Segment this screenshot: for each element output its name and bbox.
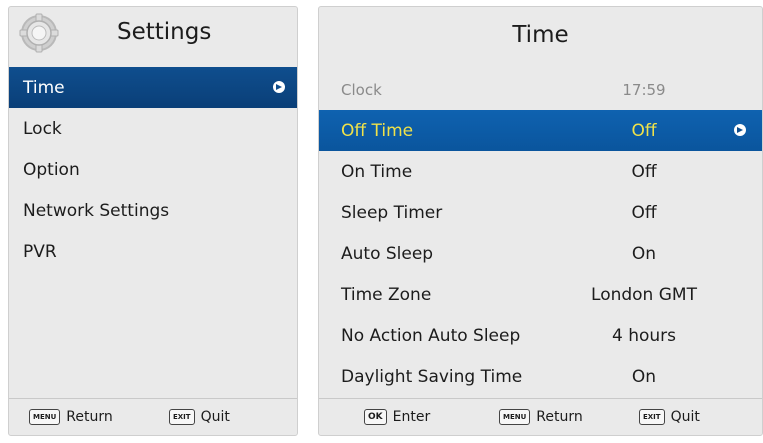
row-on-time[interactable]: On Time Off: [319, 151, 762, 192]
row-auto-sleep[interactable]: Auto Sleep On: [319, 233, 762, 274]
clock-value: 17:59: [622, 80, 666, 99]
time-footer: OK Enter MENU Return EXIT Quit: [319, 398, 762, 435]
row-value: Off: [631, 120, 657, 141]
menu-item-label: Option: [23, 159, 80, 180]
row-label: On Time: [341, 161, 413, 182]
quit-hint[interactable]: EXIT Quit: [169, 409, 230, 425]
ok-key-icon: OK: [364, 409, 387, 425]
row-value: On: [631, 243, 657, 264]
return-hint[interactable]: MENU Return: [29, 409, 113, 425]
menu-item-label: Time: [23, 77, 65, 98]
return-label: Return: [66, 409, 113, 425]
row-label: Auto Sleep: [341, 243, 434, 264]
exit-key-icon: EXIT: [639, 409, 665, 425]
clock-row: Clock 17:59: [319, 69, 762, 110]
enter-hint[interactable]: OK Enter: [364, 409, 430, 425]
menu-item-label: Network Settings: [23, 200, 170, 221]
row-value: Off: [631, 202, 657, 223]
return-label: Return: [536, 409, 583, 425]
row-sleep-timer[interactable]: Sleep Timer Off: [319, 192, 762, 233]
settings-footer: MENU Return EXIT Quit: [9, 398, 297, 435]
enter-label: Enter: [392, 409, 431, 425]
menu-item-lock[interactable]: Lock: [9, 108, 297, 149]
time-panel: Time Clock 17:59 Off Time Off On Time Of…: [318, 6, 763, 436]
menu-item-time[interactable]: Time: [9, 67, 297, 108]
page-title: Time: [512, 22, 569, 48]
quit-label: Quit: [670, 409, 700, 425]
row-label: Sleep Timer: [341, 202, 443, 223]
menu-key-icon: MENU: [29, 409, 61, 425]
menu-item-network-settings[interactable]: Network Settings: [9, 190, 297, 231]
row-value: On: [631, 366, 657, 387]
row-label: Time Zone: [341, 284, 432, 305]
menu-item-label: PVR: [23, 241, 57, 262]
row-label: Daylight Saving Time: [341, 366, 523, 387]
menu-item-label: Lock: [23, 118, 62, 139]
clock-label: Clock: [341, 80, 382, 99]
row-value: Off: [631, 161, 657, 182]
page-title: Settings: [117, 19, 212, 45]
exit-key-icon: EXIT: [169, 409, 195, 425]
row-label: No Action Auto Sleep: [341, 325, 521, 346]
arrow-right-circle-icon: [273, 81, 285, 93]
menu-item-option[interactable]: Option: [9, 149, 297, 190]
row-no-action-auto-sleep[interactable]: No Action Auto Sleep 4 hours: [319, 315, 762, 356]
gear-icon: [19, 13, 59, 53]
quit-label: Quit: [200, 409, 230, 425]
arrow-right-circle-icon: [734, 124, 746, 136]
settings-header: Settings: [9, 7, 297, 59]
row-time-zone[interactable]: Time Zone London GMT: [319, 274, 762, 315]
menu-key-icon: MENU: [499, 409, 531, 425]
menu-item-pvr[interactable]: PVR: [9, 231, 297, 272]
row-value: London GMT: [591, 284, 697, 305]
quit-hint[interactable]: EXIT Quit: [639, 409, 700, 425]
time-header: Time: [319, 7, 762, 63]
return-hint[interactable]: MENU Return: [499, 409, 583, 425]
row-value: 4 hours: [611, 325, 676, 346]
row-label: Off Time: [341, 120, 414, 141]
row-off-time[interactable]: Off Time Off: [319, 110, 762, 151]
settings-menu: Time Lock Option Network Settings PVR: [9, 67, 297, 272]
row-daylight-saving-time[interactable]: Daylight Saving Time On: [319, 356, 762, 397]
settings-panel: Settings Time Lock Option Network Settin…: [8, 6, 298, 436]
